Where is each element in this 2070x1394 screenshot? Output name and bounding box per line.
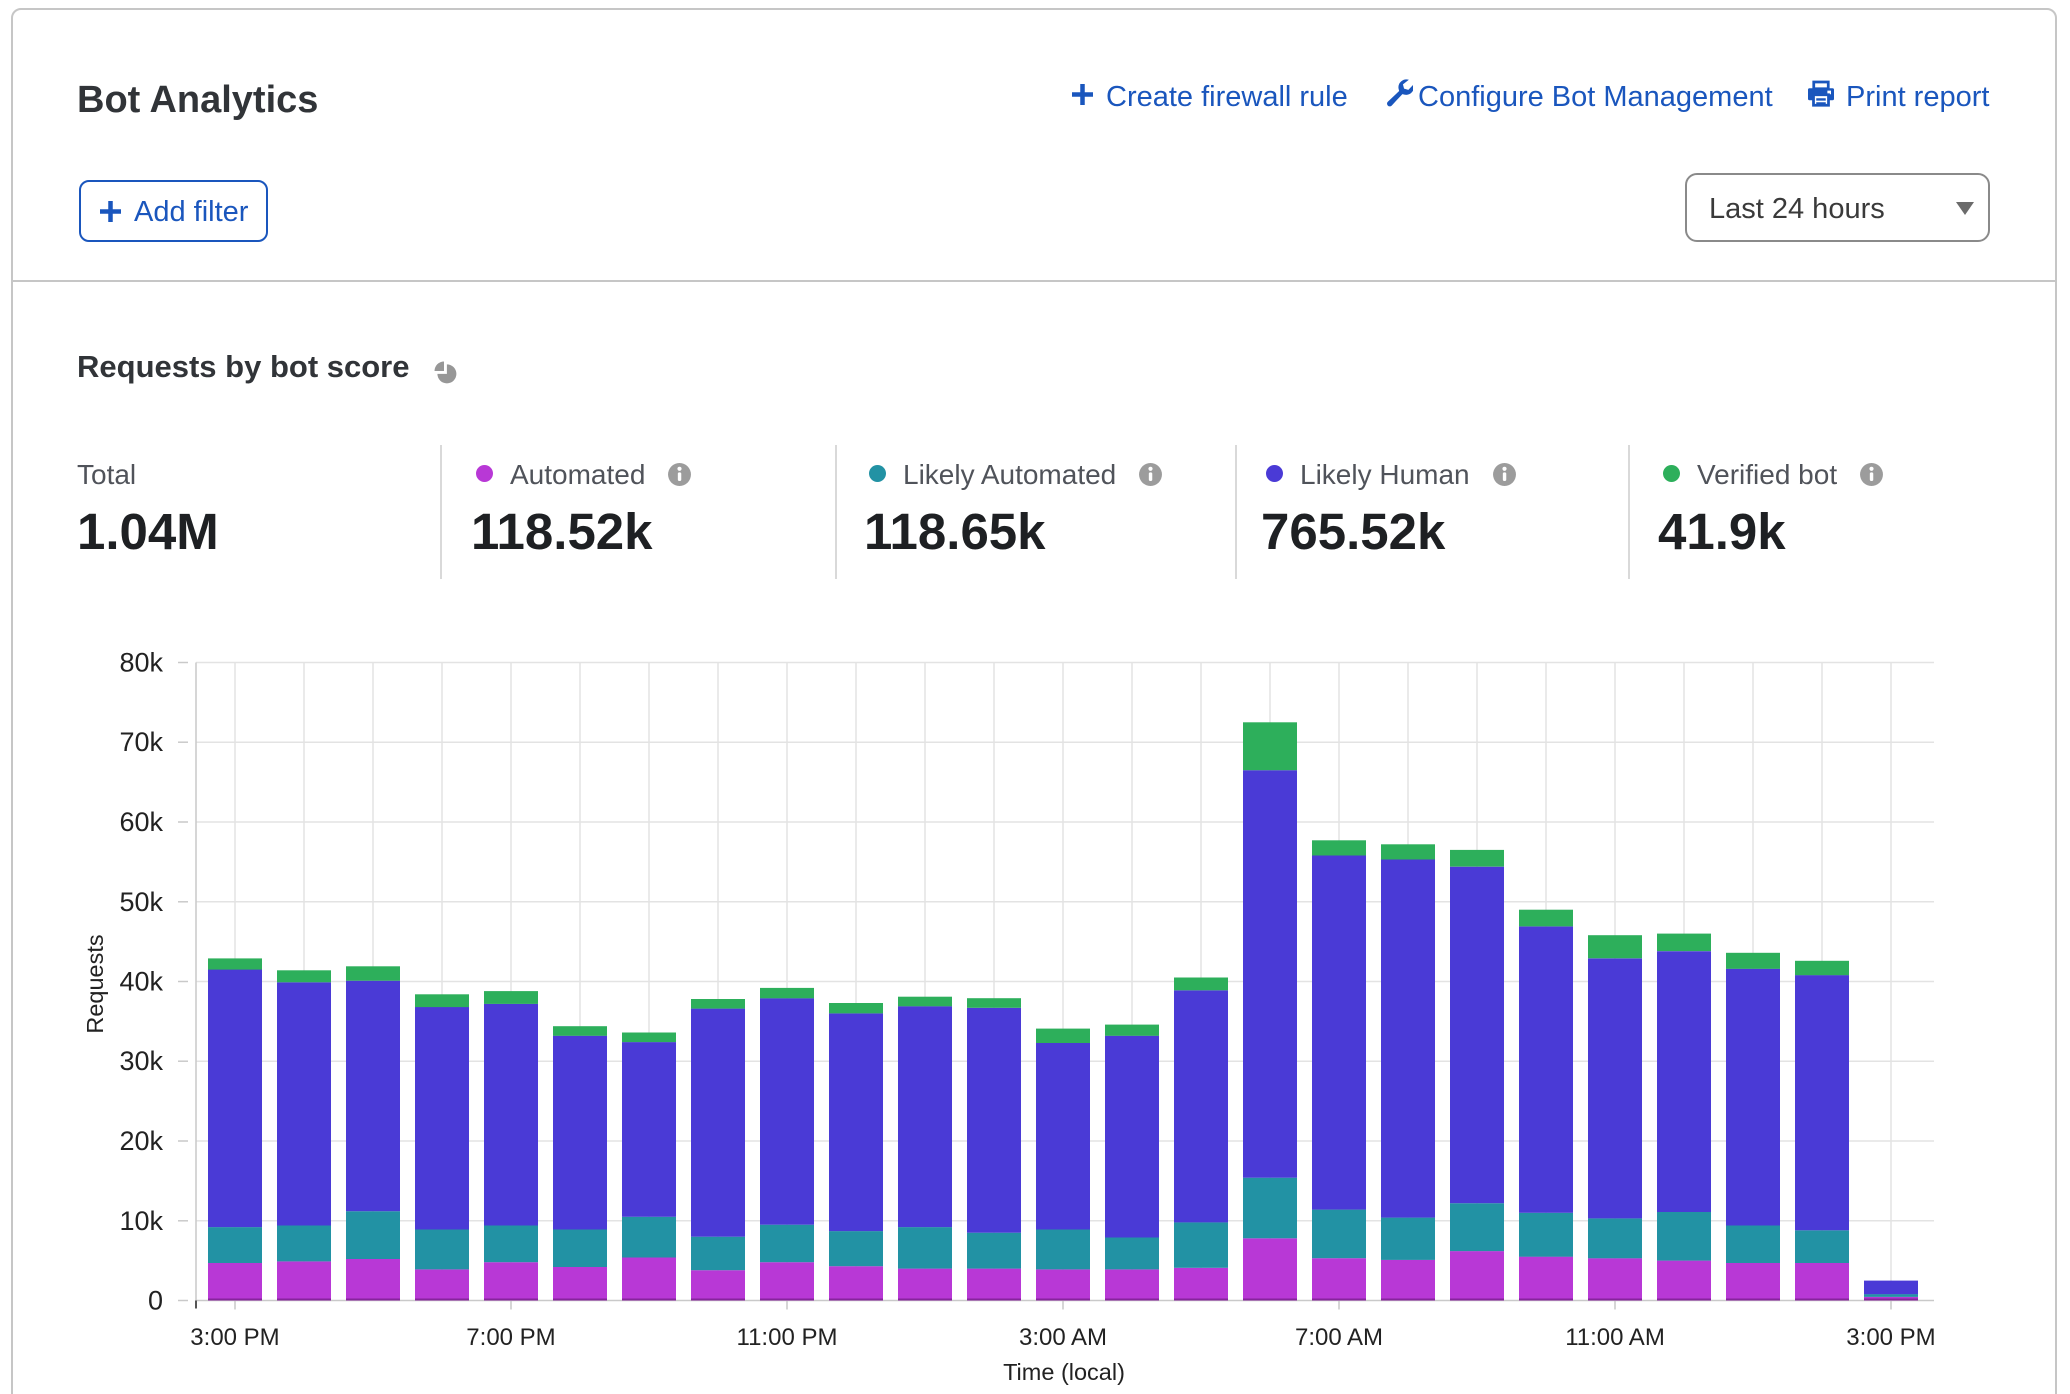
svg-text:Time (local): Time (local) bbox=[1003, 1359, 1125, 1385]
svg-text:7:00 AM: 7:00 AM bbox=[1295, 1324, 1383, 1351]
svg-text:3:00 PM: 3:00 PM bbox=[190, 1324, 279, 1351]
svg-text:70k: 70k bbox=[119, 727, 163, 757]
svg-text:30k: 30k bbox=[119, 1046, 163, 1076]
svg-text:11:00 AM: 11:00 AM bbox=[1565, 1324, 1665, 1351]
svg-text:40k: 40k bbox=[119, 967, 163, 997]
svg-text:10k: 10k bbox=[119, 1206, 163, 1236]
svg-text:3:00 AM: 3:00 AM bbox=[1019, 1324, 1107, 1351]
svg-text:80k: 80k bbox=[119, 648, 163, 678]
svg-text:11:00 PM: 11:00 PM bbox=[737, 1324, 838, 1351]
svg-text:20k: 20k bbox=[119, 1126, 163, 1156]
svg-text:7:00 PM: 7:00 PM bbox=[466, 1324, 555, 1351]
svg-text:Requests: Requests bbox=[82, 934, 108, 1033]
svg-text:50k: 50k bbox=[119, 887, 163, 917]
svg-text:60k: 60k bbox=[119, 807, 163, 837]
svg-text:3:00 PM: 3:00 PM bbox=[1846, 1324, 1935, 1351]
svg-text:0: 0 bbox=[148, 1286, 163, 1316]
